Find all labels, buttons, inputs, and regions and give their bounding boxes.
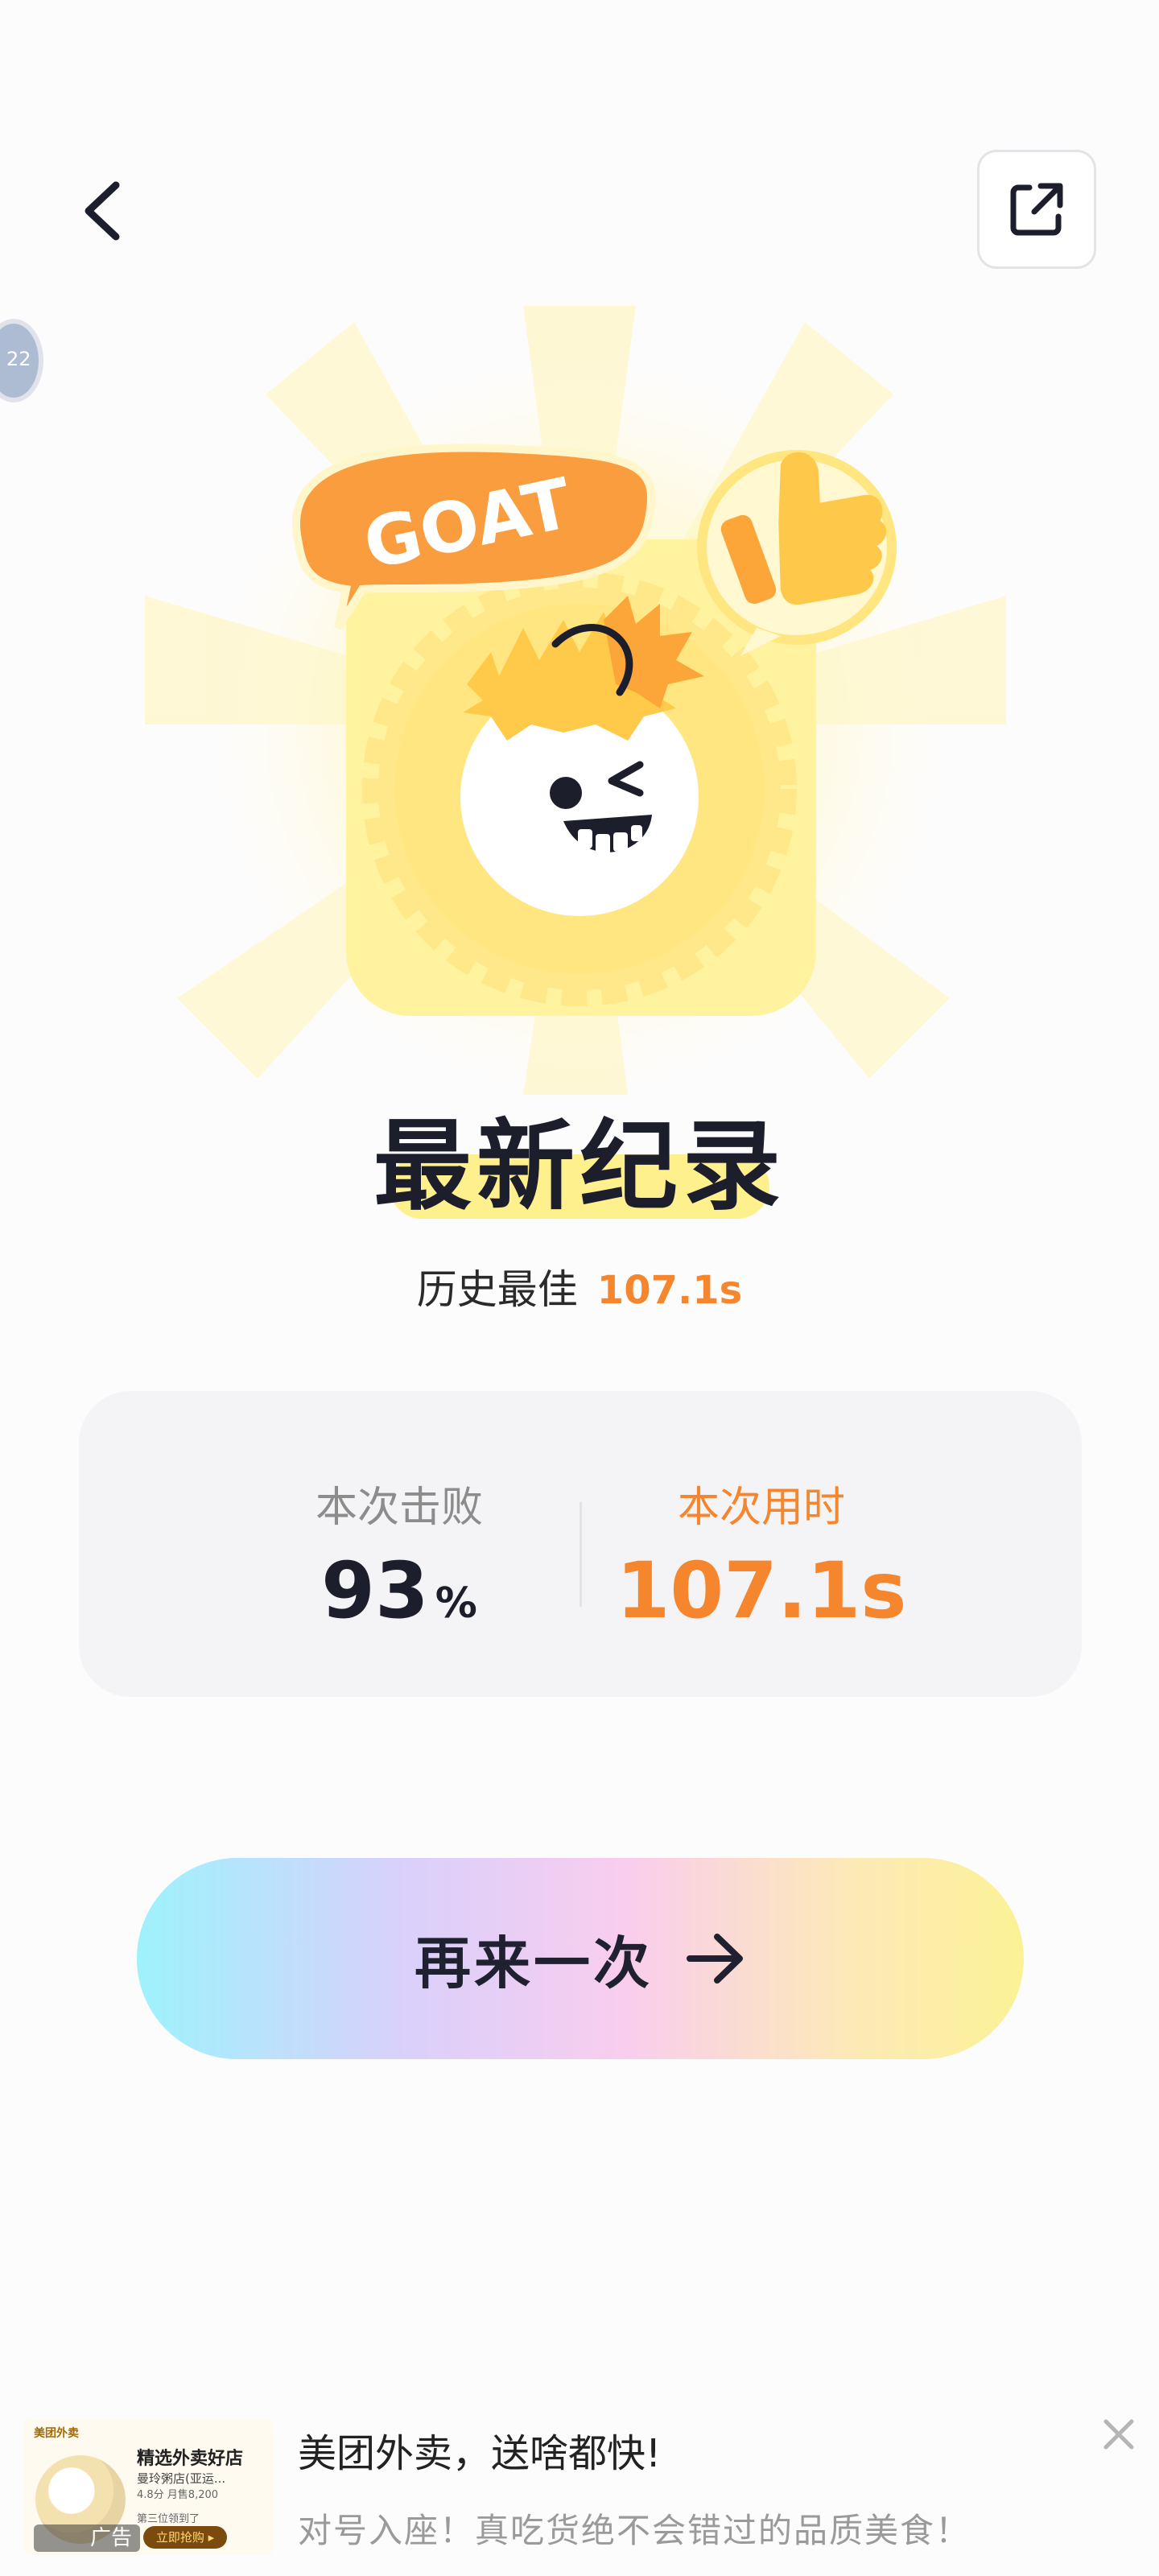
stats-divider: [580, 1502, 582, 1607]
arrow-right-icon: [687, 1934, 743, 1984]
hero-illustration: GOAT: [145, 306, 1014, 1103]
ad-thumb-note: 第三位领到了: [137, 2513, 200, 2525]
history-best-row: 历史最佳 107.1s: [0, 1257, 1159, 1315]
time-used-value: 107.1s: [616, 1546, 907, 1636]
floating-avatar-bubble[interactable]: 22: [0, 319, 43, 402]
ad-description[interactable]: 对号入座！真吃货绝不会错过的品质美食！: [298, 2504, 971, 2553]
back-button[interactable]: [74, 169, 138, 250]
ad-thumb-shop: 曼玲粥店(亚运...: [137, 2471, 226, 2486]
history-best-value: 107.1s: [596, 1268, 743, 1313]
ad-close-button[interactable]: [1096, 2412, 1141, 2457]
defeated-value-row: 93%: [238, 1546, 560, 1636]
share-external-icon: [1010, 183, 1063, 236]
retry-button[interactable]: 再来一次: [137, 1858, 1024, 2059]
ad-thumb-brand: 美团外卖: [34, 2427, 79, 2440]
share-button[interactable]: [977, 150, 1096, 269]
ad-thumb-cta[interactable]: 立即抢购 ▸: [143, 2526, 227, 2549]
time-used-label: 本次用时: [677, 1484, 845, 1532]
defeated-value: 93: [321, 1546, 429, 1636]
ad-thumb-rating: 4.8分 月售8,200: [137, 2489, 219, 2501]
floating-bubble-text: 22: [6, 348, 31, 370]
close-icon: [1103, 2419, 1134, 2450]
defeated-label: 本次击败: [315, 1484, 483, 1532]
ad-thumb-title: 精选外卖好店: [137, 2449, 244, 2469]
left-eye: [550, 777, 582, 809]
history-best-label: 历史最佳: [416, 1266, 578, 1313]
page-title: 最新纪录: [373, 1109, 786, 1224]
ad-title[interactable]: 美团外卖，送啥都快!: [298, 2421, 661, 2478]
chevron-left-icon: [85, 181, 120, 241]
ad-thumbnail[interactable]: 美团外卖 精选外卖好店 曼玲粥店(亚运... 4.8分 月售8,200 第三位领…: [24, 2420, 274, 2555]
ad-tag: 广告: [34, 2524, 140, 2552]
retry-button-label: 再来一次: [415, 1930, 653, 1996]
defeated-unit: %: [435, 1579, 477, 1628]
